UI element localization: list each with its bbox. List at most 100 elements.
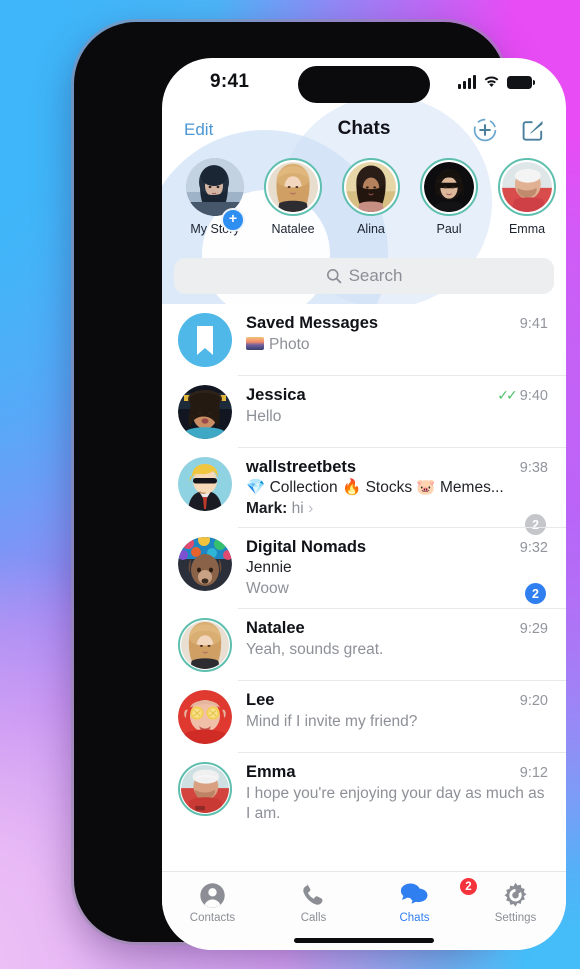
avatar — [178, 457, 232, 511]
chat-row-body: Emma 9:12 I hope you're enjoying your da… — [232, 762, 548, 825]
phone-frame: 9:41 Edit Chats + My Story Natalee Alina… — [74, 22, 566, 950]
search-icon — [326, 269, 341, 284]
chat-meta: 9:41 — [512, 316, 548, 332]
chat-preview-sender: Mark: — [246, 500, 288, 518]
chat-name: Jessica — [246, 386, 306, 404]
gear-icon — [465, 881, 566, 909]
chat-row-body: Digital Nomads 9:32 Jennie Woow — [232, 537, 548, 599]
avatar — [178, 385, 232, 439]
chat-time: 9:29 — [519, 620, 548, 637]
search-input-placeholder[interactable]: Search — [349, 266, 403, 286]
chat-row-header: Jessica ✓✓ 9:40 — [246, 386, 548, 405]
story-alina[interactable]: Alina — [332, 158, 410, 254]
chat-list[interactable]: Saved Messages 9:41 Photo Jessica ✓✓ 9:4… — [162, 304, 566, 872]
dynamic-island — [298, 66, 430, 103]
unread-badge: 2 — [525, 583, 546, 605]
status-indicators — [457, 73, 535, 89]
chat-preview: Hello — [246, 408, 282, 425]
stories-row[interactable]: + My Story Natalee Alina Paul Emma — [162, 158, 566, 254]
chat-row-natalee[interactable]: Natalee 9:29 Yeah, sounds great. — [162, 609, 566, 681]
chat-preview: Yeah, sounds great. — [246, 640, 384, 658]
chat-time: 9:20 — [519, 692, 548, 709]
story-label: Natalee — [271, 222, 315, 236]
chat-row-body: wallstreetbets 9:38 💎 Collection 🔥 Stock… — [232, 457, 548, 519]
story-natalee[interactable]: Natalee — [254, 158, 332, 254]
avatar — [178, 313, 232, 367]
story-label: Alina — [357, 222, 385, 236]
chat-preview-sender-message: hi — [291, 500, 304, 518]
chats-icon: 2 — [364, 877, 478, 909]
story-avatar-paul — [420, 158, 478, 216]
chat-name: Saved Messages — [246, 314, 379, 332]
chat-row-body: Saved Messages 9:41 Photo — [232, 313, 548, 367]
chat-time: 9:38 — [519, 460, 548, 476]
edit-button[interactable]: Edit — [184, 120, 213, 140]
chat-row-header: Saved Messages 9:41 — [246, 314, 548, 333]
phone-icon — [263, 881, 364, 909]
chat-time: 9:12 — [519, 764, 548, 781]
search-bar[interactable]: Search — [174, 258, 554, 294]
chat-meta: ✓✓ 9:40 — [489, 387, 548, 404]
chat-meta: 9:12 — [512, 765, 548, 781]
chat-row-header: wallstreetbets 9:38 — [246, 458, 548, 477]
page-title: Chats — [337, 118, 391, 139]
avatar — [178, 761, 232, 816]
chat-row-header: Emma 9:12 — [246, 763, 548, 782]
story-paul[interactable]: Paul — [410, 158, 488, 254]
chat-preview-sender: Jennie — [246, 559, 292, 577]
chat-name: Lee — [246, 690, 275, 709]
home-indicator — [294, 938, 434, 943]
chat-preview: Mind if I invite my friend? — [246, 712, 418, 730]
status-time: 9:41 — [210, 71, 250, 92]
chat-meta: 9:32 — [512, 540, 548, 556]
story-emma[interactable]: Emma — [488, 158, 566, 254]
chat-preview: Woow — [246, 580, 289, 598]
chevron-right-icon: › — [308, 500, 314, 518]
chat-time: 9:32 — [519, 540, 548, 557]
chat-row-jessica[interactable]: Jessica ✓✓ 9:40 Hello — [162, 376, 566, 448]
chat-row-wallstreetbets[interactable]: wallstreetbets 9:38 💎 Collection 🔥 Stock… — [162, 448, 566, 535]
avatar — [178, 689, 232, 744]
chat-row-digital-nomads[interactable]: Digital Nomads 9:32 Jennie Woow 2 — [162, 528, 566, 609]
chat-row-header: Natalee 9:29 — [246, 619, 548, 638]
story-my-story[interactable]: + My Story — [176, 158, 254, 254]
phone-screen: 9:41 Edit Chats + My Story Natalee Alina… — [162, 58, 566, 950]
tab-label: Calls — [300, 912, 327, 924]
add-story-badge[interactable]: + — [221, 208, 245, 232]
compose-icon[interactable] — [520, 117, 546, 143]
chat-preview-sender-line: Mark: hi › — [246, 499, 548, 519]
chat-preview: Photo — [246, 335, 548, 356]
story-avatar-natalee — [264, 158, 322, 216]
tab-contacts[interactable]: Contacts — [162, 872, 263, 950]
chat-row-header: Lee 9:20 — [246, 691, 548, 710]
tab-label: Settings — [494, 912, 537, 924]
chat-meta: 9:20 — [512, 693, 548, 709]
chat-row-lee[interactable]: Lee 9:20 Mind if I invite my friend? — [162, 681, 566, 753]
status-bar: 9:41 — [162, 58, 566, 110]
story-label: Emma — [508, 222, 546, 236]
story-avatar-emma — [498, 158, 556, 216]
chat-preview: 💎 Collection 🔥 Stocks 🐷 Memes... — [246, 479, 504, 496]
story-avatar-alina — [342, 158, 400, 216]
tab-label: Contacts — [189, 912, 236, 924]
story-label: Paul — [436, 222, 462, 236]
chat-preview-text: Photo — [269, 336, 310, 353]
chat-row-saved-messages[interactable]: Saved Messages 9:41 Photo — [162, 304, 566, 376]
chat-meta: 9:38 — [512, 460, 548, 476]
nav-actions — [472, 117, 546, 143]
chat-meta: 9:29 — [512, 621, 548, 637]
tab-settings[interactable]: Settings — [465, 872, 566, 950]
chat-time: 9:40 — [519, 387, 548, 404]
nav-bar: Edit Chats — [162, 110, 566, 154]
saved-messages-bookmark-icon — [197, 326, 213, 355]
chat-row-body: Natalee 9:29 Yeah, sounds great. — [232, 618, 548, 672]
battery-icon — [507, 76, 535, 89]
avatar — [178, 617, 232, 672]
chat-name: wallstreetbets — [246, 458, 357, 476]
chat-row-body: Lee 9:20 Mind if I invite my friend? — [232, 690, 548, 744]
chat-row-emma[interactable]: Emma 9:12 I hope you're enjoying your da… — [162, 753, 566, 834]
add-contact-icon[interactable] — [472, 117, 498, 143]
wifi-icon — [484, 76, 499, 88]
contacts-icon — [162, 881, 263, 909]
chat-name: Emma — [246, 762, 296, 781]
